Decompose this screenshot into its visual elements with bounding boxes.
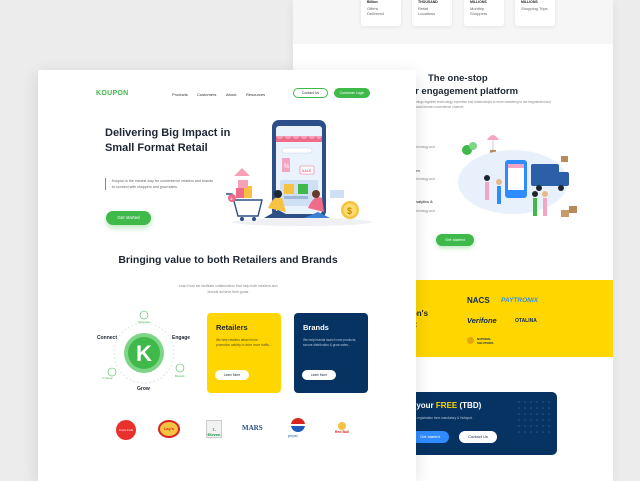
nav-about[interactable]: About bbox=[226, 92, 236, 97]
brands-card-desc: We help brands launch new products, secu… bbox=[303, 338, 357, 348]
contact-us-button[interactable]: Contact Us bbox=[293, 88, 328, 98]
logo-pepsi-text: pepsi bbox=[288, 433, 298, 438]
value-heading: Bringing value to both Retailers and Bra… bbox=[118, 254, 338, 266]
sale-tag: SALE bbox=[302, 169, 312, 173]
cta-subtitle: ut a registration form mandatory & Hubsp… bbox=[411, 416, 473, 420]
national-emblem-icon bbox=[467, 337, 474, 344]
percent-glyph: % bbox=[284, 164, 290, 170]
hero-illustration: % SALE 3 $ bbox=[226, 120, 372, 226]
retailers-learn-more-button[interactable]: Learn More bbox=[215, 370, 249, 380]
partner-logo-national: NATIONAL SOLUTIONS bbox=[477, 337, 494, 345]
nav-resources[interactable]: Resources bbox=[246, 92, 265, 97]
stat-label: Offers Delivered bbox=[367, 6, 384, 17]
customer-login-button[interactable]: Customer Login bbox=[334, 88, 370, 98]
feature-sub: technology and bbox=[413, 145, 435, 149]
stats-band bbox=[293, 0, 613, 44]
stat-card: Billion Offers Delivered bbox=[361, 0, 401, 26]
retailers-card-desc: We help retailers attract more promotion… bbox=[216, 338, 272, 348]
stat-number: MILLIONS bbox=[521, 0, 538, 4]
wheel-engage-label: Engage bbox=[172, 335, 191, 341]
platform-subtitle: brings together technology, expertise an… bbox=[415, 100, 551, 109]
stat-number: Billion bbox=[367, 0, 378, 4]
coin-symbol: $ bbox=[347, 206, 352, 216]
stat-number: THOUSAND bbox=[418, 0, 438, 4]
nav-products[interactable]: Products bbox=[172, 92, 188, 97]
partner-logo-nacs: NACS bbox=[467, 296, 490, 305]
wheel-instore-label: In Store bbox=[102, 376, 113, 380]
logo-mars: MARS bbox=[242, 424, 263, 432]
wheel-shoppers-label: Shoppers bbox=[138, 320, 151, 324]
brands-card: Brands We help brands launch new product… bbox=[294, 313, 368, 393]
brands-card-title: Brands bbox=[303, 323, 329, 332]
cta-contact-button[interactable]: Contact Us bbox=[459, 431, 497, 443]
delivery-illustration bbox=[458, 135, 577, 217]
retailers-card-title: Retailers bbox=[216, 323, 248, 332]
platform-heading: The one-stop bbox=[428, 73, 488, 84]
platform-heading-2: per engagement platform bbox=[404, 86, 519, 97]
partner-logo-verifone: Verifone bbox=[467, 316, 497, 325]
stat-label: Monthly Shoppers bbox=[470, 6, 488, 17]
client-logos: Coca-Cola Lay's 7-Eleven MARS pepsi Red … bbox=[116, 418, 356, 440]
brand-logo[interactable]: KOUPON bbox=[96, 90, 129, 97]
logo-lays: Lay's bbox=[158, 420, 180, 438]
hero-get-started-button[interactable]: Get started bbox=[106, 211, 151, 225]
stat-card: THOUSAND Retail Locations bbox=[412, 0, 452, 26]
back-get-started-button[interactable]: Get started bbox=[436, 234, 474, 246]
stat-label: Retail Locations bbox=[418, 6, 436, 17]
partner-logo-paytronix: PAYTRONIX bbox=[501, 297, 538, 304]
free-offer-banner: et your FREE (TBD) ut a registration for… bbox=[395, 392, 557, 455]
cta-get-started-button[interactable]: Get started bbox=[411, 431, 449, 443]
dot-pattern-icon bbox=[518, 401, 550, 433]
feature-sub: technology and bbox=[413, 177, 435, 181]
wheel-brands-label: Brands bbox=[175, 374, 185, 378]
koupon-k-icon: K bbox=[136, 341, 152, 366]
front-page: KOUPON Products Customers About Resource… bbox=[38, 70, 416, 481]
nav-customers[interactable]: Customers bbox=[197, 92, 216, 97]
stat-card: MILLIONS Monthly Shoppers bbox=[464, 0, 504, 26]
stat-card: MILLIONS Shopping Trips bbox=[515, 0, 555, 26]
logo-pepsi bbox=[291, 418, 305, 432]
partner-logo-otalina: OTALINA bbox=[515, 318, 537, 324]
feature-sub: technology and bbox=[413, 209, 435, 213]
wheel-connect-label: Connect bbox=[97, 335, 117, 341]
logo-7-eleven: 7-Eleven bbox=[206, 420, 222, 438]
wheel-grow-label: Grow bbox=[137, 386, 150, 392]
brands-learn-more-button[interactable]: Learn More bbox=[302, 370, 336, 380]
stat-number: MILLIONS bbox=[470, 0, 487, 4]
partners-band: pon's rk: NACS PAYTRONIX Verifone OTALIN… bbox=[393, 280, 613, 357]
retailers-card: Retailers We help retailers attract more… bbox=[207, 313, 281, 393]
hero-title: Delivering Big Impact in Small Format Re… bbox=[105, 127, 231, 154]
value-subtitle: Learn how we facilitate collaboration th… bbox=[178, 284, 278, 294]
logo-coca-cola: Coca-Cola bbox=[116, 420, 136, 440]
logo-red-bull: Red Bull bbox=[330, 422, 354, 434]
hero-description: Koupon is the easiest way for convenienc… bbox=[105, 178, 215, 191]
cta-heading: et your FREE (TBD) bbox=[407, 401, 482, 410]
stat-label: Shopping Trips bbox=[521, 6, 548, 11]
